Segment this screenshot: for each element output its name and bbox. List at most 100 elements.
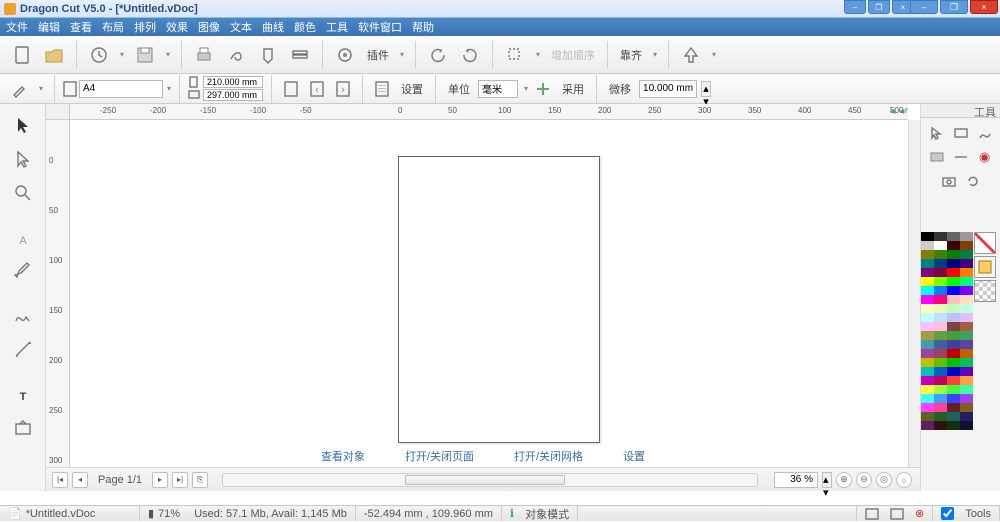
color-swatch[interactable] bbox=[947, 295, 960, 304]
dropdown-icon[interactable]: ▾ bbox=[533, 50, 543, 59]
status-extra-icons[interactable]: ⊗ bbox=[857, 506, 933, 521]
color-swatch[interactable] bbox=[960, 340, 973, 349]
color-swatch[interactable] bbox=[934, 349, 947, 358]
color-swatch[interactable] bbox=[960, 412, 973, 421]
bucket-button[interactable] bbox=[254, 41, 282, 69]
color-swatch[interactable] bbox=[947, 313, 960, 322]
color-swatch[interactable] bbox=[921, 304, 934, 313]
horizontal-scrollbar[interactable] bbox=[222, 473, 758, 487]
color-swatch[interactable] bbox=[947, 385, 960, 394]
paint-button[interactable] bbox=[222, 41, 250, 69]
color-swatch[interactable] bbox=[960, 367, 973, 376]
freehand-tool[interactable] bbox=[6, 300, 40, 330]
page-button[interactable] bbox=[280, 75, 302, 103]
menu-tools[interactable]: 工具 bbox=[326, 19, 348, 35]
color-swatch[interactable] bbox=[947, 259, 960, 268]
color-swatch[interactable] bbox=[960, 322, 973, 331]
align-label[interactable]: 靠齐 bbox=[616, 47, 646, 63]
shape-tool[interactable] bbox=[6, 144, 40, 174]
page-width-input[interactable] bbox=[203, 76, 263, 88]
view-objects-link[interactable]: 查看对象 bbox=[321, 448, 365, 464]
color-swatch[interactable] bbox=[934, 376, 947, 385]
color-swatch[interactable] bbox=[934, 322, 947, 331]
zoom-input[interactable] bbox=[774, 472, 818, 488]
line-icon[interactable] bbox=[950, 146, 972, 168]
scroll-thumb[interactable] bbox=[405, 475, 565, 485]
color-swatch[interactable] bbox=[947, 304, 960, 313]
dropdown-icon[interactable]: ▾ bbox=[650, 50, 660, 59]
color-swatch[interactable] bbox=[947, 286, 960, 295]
ruler-vertical[interactable]: 0 50 100 150 200 250 300 bbox=[46, 120, 70, 467]
page-height-input[interactable] bbox=[203, 89, 263, 101]
color-swatch[interactable] bbox=[947, 277, 960, 286]
color-swatch[interactable] bbox=[921, 322, 934, 331]
toggle-page-link[interactable]: 打开/关闭页面 bbox=[405, 448, 474, 464]
color-swatch[interactable] bbox=[921, 340, 934, 349]
add-page-button[interactable]: ⎘ bbox=[192, 472, 208, 488]
canvas-settings-link[interactable]: 设置 bbox=[623, 448, 645, 464]
menu-view[interactable]: 查看 bbox=[70, 19, 92, 35]
menu-curve[interactable]: 曲线 bbox=[262, 19, 284, 35]
ruler-corner[interactable] bbox=[46, 104, 70, 120]
color-swatch[interactable] bbox=[934, 385, 947, 394]
color-swatch[interactable] bbox=[934, 412, 947, 421]
color-swatch[interactable] bbox=[947, 376, 960, 385]
type-tool[interactable]: T bbox=[6, 378, 40, 408]
color-swatch[interactable] bbox=[960, 313, 973, 322]
ruler-horizontal[interactable]: -250 -200 -150 -100 -50 0 50 100 150 200… bbox=[70, 104, 908, 120]
zoom-100-button[interactable]: ○ bbox=[896, 472, 912, 488]
pen-tool[interactable] bbox=[6, 256, 40, 286]
dropdown-icon[interactable]: ▾ bbox=[36, 84, 46, 93]
print-button[interactable] bbox=[190, 41, 218, 69]
color-swatch[interactable] bbox=[921, 313, 934, 322]
color-swatch[interactable] bbox=[921, 403, 934, 412]
color-swatch[interactable] bbox=[947, 394, 960, 403]
color-swatch[interactable] bbox=[960, 349, 973, 358]
color-swatch[interactable] bbox=[960, 358, 973, 367]
menu-file[interactable]: 文件 bbox=[6, 19, 28, 35]
color-swatch[interactable] bbox=[921, 358, 934, 367]
color-swatch[interactable] bbox=[934, 304, 947, 313]
vertical-scrollbar[interactable] bbox=[908, 120, 920, 467]
measure-tool[interactable] bbox=[6, 334, 40, 364]
zoom-spinner[interactable]: ▴▾ bbox=[822, 472, 832, 488]
tools-toggle[interactable] bbox=[941, 507, 954, 520]
plugins-button[interactable] bbox=[331, 41, 359, 69]
crop-button[interactable] bbox=[501, 41, 529, 69]
color-swatch[interactable] bbox=[960, 376, 973, 385]
color-swatch[interactable] bbox=[921, 277, 934, 286]
color-swatch[interactable] bbox=[934, 421, 947, 430]
color-swatch[interactable] bbox=[921, 331, 934, 340]
color-swatch[interactable] bbox=[921, 376, 934, 385]
paper-size-select[interactable] bbox=[79, 80, 163, 98]
dropdown-icon[interactable]: ▾ bbox=[163, 50, 173, 59]
color-swatch[interactable] bbox=[947, 349, 960, 358]
color-swatch[interactable] bbox=[934, 295, 947, 304]
color-swatch[interactable] bbox=[960, 403, 973, 412]
menu-layout[interactable]: 布局 bbox=[102, 19, 124, 35]
color-swatch[interactable] bbox=[934, 241, 947, 250]
unit-select[interactable] bbox=[478, 80, 518, 98]
dropdown-icon[interactable]: ▾ bbox=[524, 84, 528, 93]
color-swatch[interactable] bbox=[921, 412, 934, 421]
menu-image[interactable]: 图像 bbox=[198, 19, 220, 35]
zoom-page-button[interactable]: ◎ bbox=[876, 472, 892, 488]
color-swatch[interactable] bbox=[921, 259, 934, 268]
nudge-input[interactable] bbox=[639, 80, 697, 98]
save-button[interactable] bbox=[131, 41, 159, 69]
color-swatch[interactable] bbox=[960, 394, 973, 403]
mdi-restore-button[interactable]: ❐ bbox=[868, 0, 890, 14]
color-swatch[interactable] bbox=[960, 241, 973, 250]
settings-label[interactable]: 设置 bbox=[397, 81, 427, 97]
menu-edit[interactable]: 编辑 bbox=[38, 19, 60, 35]
color-swatch[interactable] bbox=[921, 385, 934, 394]
color-swatch[interactable] bbox=[934, 277, 947, 286]
portrait-icon[interactable] bbox=[188, 76, 200, 88]
color-swatch[interactable] bbox=[934, 250, 947, 259]
mdi-min-button[interactable]: – bbox=[844, 0, 866, 14]
color-swatch[interactable] bbox=[921, 250, 934, 259]
color-swatch[interactable] bbox=[934, 268, 947, 277]
rect-icon[interactable] bbox=[950, 122, 972, 144]
window-close-button[interactable]: × bbox=[970, 0, 998, 14]
color-options-button[interactable] bbox=[974, 256, 996, 278]
